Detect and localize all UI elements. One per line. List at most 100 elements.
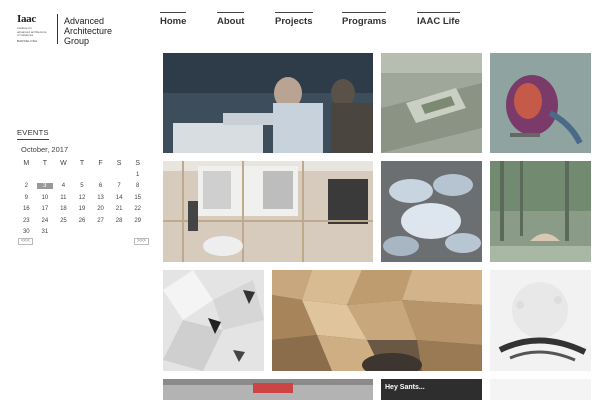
calendar-day-number: 10 [41,194,49,201]
weekday-label: S [135,159,141,167]
calendar-day[interactable]: 29 [128,215,147,227]
calendar-day[interactable]: 1 [128,169,147,181]
calendar-day[interactable]: 24 [36,215,55,227]
nav-home[interactable]: Home [160,12,187,27]
project-tile-color-sculpture[interactable] [490,53,591,153]
calendar-day[interactable]: 17 [36,204,55,216]
project-tile-hey-sants[interactable]: Hey Sants... [381,379,482,400]
calendar-day[interactable]: 20 [91,204,110,216]
calendar-day[interactable]: 30 [17,227,36,239]
calendar-day-number: 14 [115,194,123,201]
project-tile-forest-pavilion[interactable] [490,161,591,262]
calendar-day[interactable]: 27 [91,215,110,227]
calendar-day[interactable]: 16 [17,204,36,216]
calendar-day[interactable]: 2 [17,181,36,193]
logo-subtitle: Institute for advanced architecture of C… [17,26,47,38]
project-tile-industrial-hall[interactable] [163,379,373,400]
project-tile-white-tree[interactable] [490,270,591,371]
calendar-empty-cell [54,169,73,181]
calendar-next-button[interactable]: >>> [134,238,149,245]
calendar-week-row: 30 31 [17,227,147,239]
project-image [490,53,591,153]
calendar-day-number: 23 [22,217,30,224]
calendar-day-number: 11 [60,194,67,201]
group-name[interactable]: Advanced Architecture Group [64,16,134,46]
calendar-day-number: 25 [60,217,67,224]
calendar-day[interactable]: 9 [17,192,36,204]
iaac-logo[interactable]: Iaac Institute for advanced architecture… [17,14,57,48]
calendar-day[interactable]: 23 [17,215,36,227]
calendar-day[interactable]: 10 [36,192,55,204]
calendar-empty-cell [17,169,36,181]
calendar-day-number: 3 [36,183,53,190]
calendar-day[interactable]: 12 [73,192,92,204]
calendar-day-number: 21 [115,206,123,213]
calendar-day[interactable]: 22 [128,204,147,216]
calendar-day[interactable]: 26 [73,215,92,227]
nav-about[interactable]: About [217,12,245,27]
calendar-week-row: 1 [17,169,147,181]
calendar-empty-cell [91,227,110,239]
calendar-day[interactable]: 19 [73,204,92,216]
nav-programs[interactable]: Programs [342,12,387,27]
calendar-prev-button[interactable]: <<< [18,238,33,245]
calendar-empty-cell [110,169,129,181]
calendar-day-number: 31 [41,229,49,236]
nav-projects[interactable]: Projects [275,12,313,27]
calendar-week-row: 2 3 4 5 6 7 8 [17,181,147,193]
calendar-day[interactable]: 28 [110,215,129,227]
calendar-day-number: 18 [60,206,67,213]
calendar-day[interactable]: 14 [110,192,129,204]
calendar-day-number: 30 [22,229,30,236]
calendar-day[interactable]: 18 [54,204,73,216]
weekday-label: S [116,159,122,167]
calendar-day[interactable]: 11 [54,192,73,204]
calendar-day[interactable]: 31 [36,227,55,239]
calendar-grid: M T W T F S S 1 2 3 4 5 6 7 8 9 10 11 12 13 14 15 16 17 1… [17,157,147,238]
calendar-day[interactable]: 4 [54,181,73,193]
project-image [381,53,482,153]
calendar-empty-cell [54,227,73,239]
calendar-day[interactable]: 8 [128,181,147,193]
project-tile-light[interactable] [490,379,591,400]
calendar-day[interactable]: 6 [91,181,110,193]
nav-iaac-life[interactable]: IAAC Life [417,12,460,27]
project-tile-glass-dome[interactable] [381,161,482,262]
calendar-day-number: 22 [134,206,142,213]
calendar-day-number: 28 [115,217,123,224]
calendar-day[interactable]: 13 [91,192,110,204]
calendar-day-number: 29 [134,217,142,224]
calendar-day-number: 17 [41,206,49,213]
calendar-day[interactable]: 25 [54,215,73,227]
calendar-weekday-row: M T W T F S S [17,157,147,169]
project-tile-lab-workers[interactable] [163,53,373,153]
calendar-empty-cell [128,227,147,239]
calendar-day-number: 4 [61,183,66,190]
project-image [272,270,482,371]
calendar-day[interactable]: 15 [128,192,147,204]
project-tile-wood-facets[interactable] [272,270,482,371]
calendar-day[interactable]: 5 [73,181,92,193]
calendar-day-number: 12 [78,194,86,201]
weekday-label: T [42,159,47,167]
calendar-empty-cell [73,169,92,181]
calendar-day-number: 26 [78,217,86,224]
project-tile-aerial-site[interactable] [381,53,482,153]
calendar-day-number: 15 [134,194,142,201]
calendar-empty-cell [73,227,92,239]
weekday-label: M [23,159,30,167]
calendar-day-number: 27 [97,217,104,224]
calendar-day[interactable]: 21 [110,204,129,216]
calendar-day[interactable]: 3 [36,181,55,193]
calendar-day-number: 5 [80,183,84,190]
project-image [163,161,373,262]
calendar-day[interactable]: 7 [110,181,129,193]
calendar-day-number: 1 [136,171,140,178]
weekday-label: T [79,159,85,167]
calendar-day-number: 9 [24,194,28,201]
calendar-week-row: 23 24 25 26 27 28 29 [17,215,147,227]
weekday-label: W [60,159,67,167]
calendar-day-number: 13 [97,194,104,201]
project-tile-white-panels[interactable] [163,270,264,371]
project-tile-exhibition[interactable] [163,161,373,262]
